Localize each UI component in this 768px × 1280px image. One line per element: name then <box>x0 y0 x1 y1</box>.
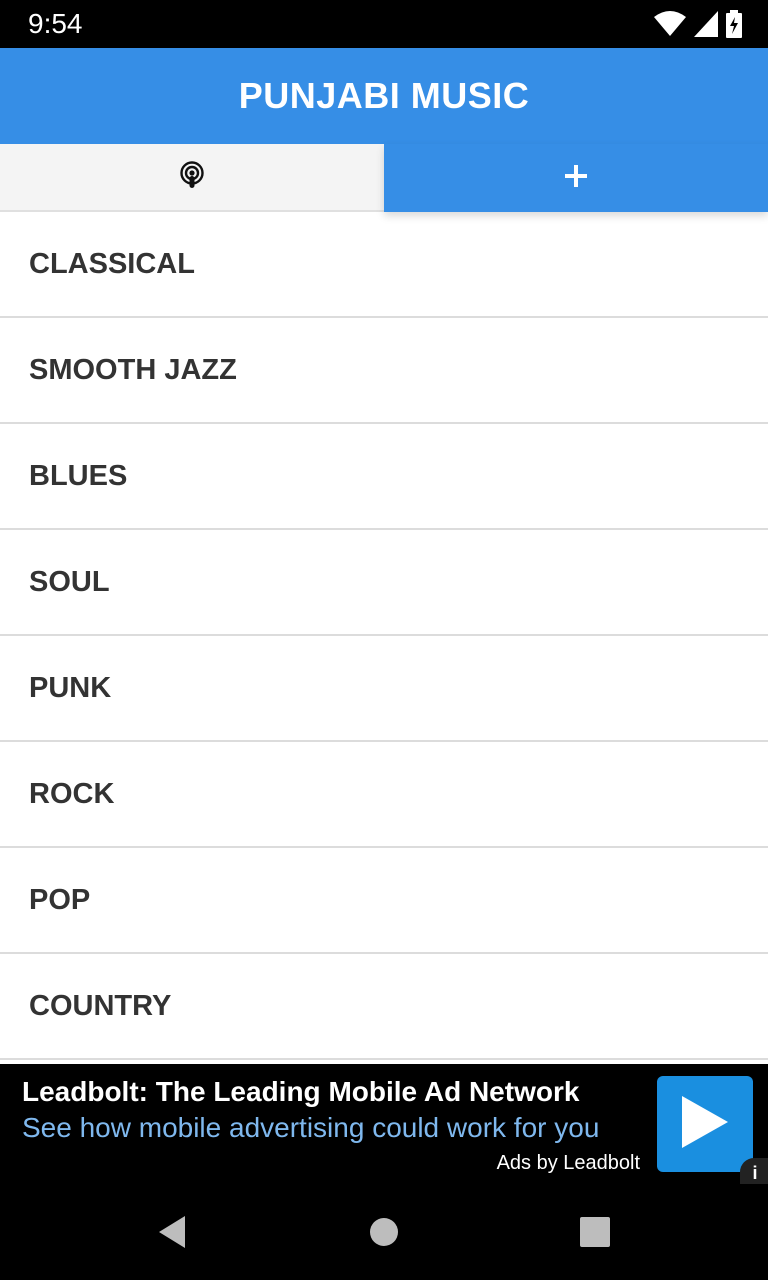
genre-item-rock[interactable]: ROCK <box>0 742 768 848</box>
back-icon <box>157 1215 187 1254</box>
plus-icon <box>564 164 588 193</box>
genre-item-country[interactable]: COUNTRY <box>0 954 768 1060</box>
status-icons <box>654 10 742 43</box>
genre-item-smooth-jazz[interactable]: SMOOTH JAZZ <box>0 318 768 424</box>
podcast-icon <box>179 160 205 194</box>
status-time: 9:54 <box>28 8 83 39</box>
back-button[interactable] <box>152 1214 192 1254</box>
genre-list: CLASSICAL SMOOTH JAZZ BLUES SOUL PUNK RO… <box>0 212 768 1064</box>
home-icon <box>369 1217 399 1252</box>
play-icon <box>678 1093 732 1156</box>
recents-button[interactable] <box>575 1214 615 1254</box>
genre-label: SOUL <box>29 565 110 598</box>
tab-bar <box>0 144 768 212</box>
genre-label: ROCK <box>29 777 115 810</box>
ad-attribution: Ads by Leadbolt <box>496 1152 640 1174</box>
ad-title[interactable]: Leadbolt: The Leading Mobile Ad Network <box>22 1076 579 1108</box>
tab-podcast[interactable] <box>0 144 384 212</box>
genre-label: COUNTRY <box>29 989 172 1022</box>
genre-label: CLASSICAL <box>29 247 195 280</box>
ad-subtitle[interactable]: See how mobile advertising could work fo… <box>22 1112 599 1144</box>
genre-item-classical[interactable]: CLASSICAL <box>0 212 768 318</box>
battery-icon <box>726 10 742 43</box>
genre-label: BLUES <box>29 459 128 492</box>
genre-item-punk[interactable]: PUNK <box>0 636 768 742</box>
system-nav-bar <box>0 1184 768 1280</box>
wifi-icon <box>654 11 686 42</box>
genre-label: PUNK <box>29 671 112 704</box>
cell-signal-icon <box>694 11 718 42</box>
app-bar: PUNJABI MUSIC <box>0 48 768 144</box>
ad-info-icon[interactable]: i <box>740 1158 768 1186</box>
ad-banner[interactable]: Leadbolt: The Leading Mobile Ad Network … <box>0 1064 768 1186</box>
genre-label: POP <box>29 883 91 916</box>
tab-add[interactable] <box>384 144 768 212</box>
home-button[interactable] <box>364 1214 404 1254</box>
genre-item-blues[interactable]: BLUES <box>0 424 768 530</box>
status-bar: 9:54 <box>0 0 768 48</box>
genre-label: SMOOTH JAZZ <box>29 353 237 386</box>
ad-play-button[interactable] <box>657 1076 753 1172</box>
recents-icon <box>580 1216 610 1252</box>
genre-item-pop[interactable]: POP <box>0 848 768 954</box>
genre-item-soul[interactable]: SOUL <box>0 530 768 636</box>
page-title: PUNJABI MUSIC <box>238 75 530 116</box>
